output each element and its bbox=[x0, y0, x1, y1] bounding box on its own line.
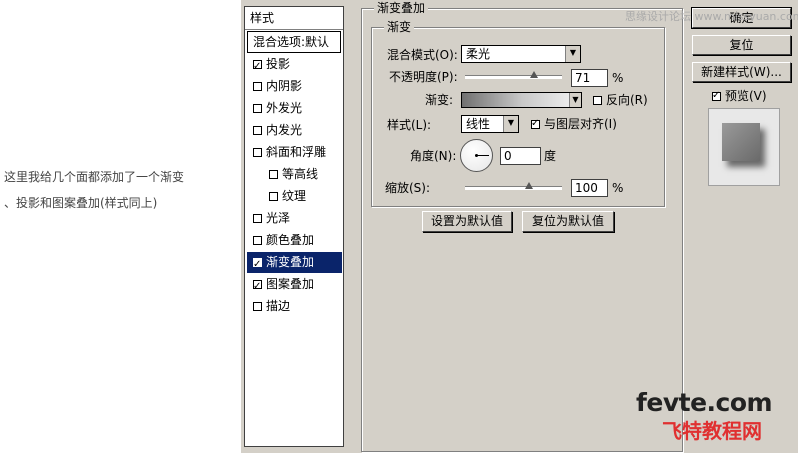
style-item-label: 斜面和浮雕 bbox=[266, 145, 327, 159]
style-item-label: 等高线 bbox=[282, 167, 319, 181]
inner-glow-checkbox[interactable] bbox=[253, 126, 262, 135]
style-list-header[interactable]: 样式 bbox=[245, 7, 343, 30]
angle-dial[interactable] bbox=[460, 139, 493, 172]
style-item-label: 纹理 bbox=[282, 189, 307, 203]
preview-square bbox=[722, 123, 760, 161]
annotation-line-1: 这里我给几个面都添加了一个渐变 bbox=[4, 170, 185, 184]
stroke-checkbox[interactable] bbox=[253, 302, 262, 311]
blend-mode-select[interactable]: 柔光 ▼ bbox=[461, 45, 581, 63]
align-with-layer-checkbox[interactable] bbox=[531, 116, 540, 132]
style-item-contour[interactable]: 等高线 bbox=[263, 164, 342, 185]
angle-unit: 度 bbox=[544, 149, 557, 163]
site-watermark: 思缘设计论坛 www.missyuan.com bbox=[625, 10, 798, 23]
panel-title: 渐变叠加 bbox=[374, 1, 429, 15]
style-item-label: 渐变叠加 bbox=[266, 255, 315, 269]
scale-input[interactable]: 100 bbox=[571, 179, 608, 197]
style-item-label: 投影 bbox=[266, 57, 291, 71]
reverse-option[interactable]: 反向(R) bbox=[593, 92, 648, 108]
texture-checkbox[interactable] bbox=[269, 192, 278, 201]
style-value: 线性 bbox=[466, 117, 491, 131]
opacity-label: 不透明度(P): bbox=[389, 70, 458, 84]
opacity-input[interactable]: 71 bbox=[571, 69, 608, 87]
preview-checkbox[interactable] bbox=[712, 88, 721, 104]
gradient-label: 渐变: bbox=[425, 93, 454, 107]
style-item-inner-glow[interactable]: 内发光 bbox=[247, 120, 342, 141]
style-item-label: 颜色叠加 bbox=[266, 233, 315, 247]
opacity-percent: % bbox=[612, 71, 624, 85]
make-default-button[interactable]: 设置为默认值 bbox=[422, 211, 512, 232]
scale-slider[interactable] bbox=[465, 186, 562, 190]
style-item-color-overlay[interactable]: 颜色叠加 bbox=[247, 230, 342, 251]
blend-mode-label: 混合模式(O): bbox=[387, 48, 458, 62]
fevte-logo: fevte.com bbox=[636, 388, 773, 417]
style-item-drop-shadow[interactable]: 投影 bbox=[247, 54, 342, 77]
opacity-slider[interactable] bbox=[465, 75, 562, 79]
drop-shadow-checkbox[interactable] bbox=[253, 56, 262, 77]
style-item-satin[interactable]: 光泽 bbox=[247, 208, 342, 229]
style-item-texture[interactable]: 纹理 bbox=[263, 186, 342, 207]
gradient-picker[interactable]: ▼ bbox=[461, 92, 582, 108]
style-item-label: 内发光 bbox=[266, 123, 303, 137]
annotation-line-2: 、投影和图案叠加(样式同上) bbox=[4, 196, 158, 210]
align-with-layer-label: 与图层对齐(I) bbox=[544, 117, 617, 131]
pattern-overlay-checkbox[interactable] bbox=[253, 276, 262, 297]
style-item-bevel-emboss[interactable]: 斜面和浮雕 bbox=[247, 142, 342, 163]
scale-slider-thumb[interactable] bbox=[525, 182, 534, 189]
style-item-label: 内阴影 bbox=[266, 79, 303, 93]
style-item-stroke[interactable]: 描边 bbox=[247, 296, 342, 317]
style-preview-thumbnail bbox=[708, 108, 780, 186]
opacity-slider-thumb[interactable] bbox=[529, 71, 538, 78]
gradient-overlay-checkbox[interactable] bbox=[253, 254, 262, 275]
contour-checkbox[interactable] bbox=[269, 170, 278, 179]
style-item-gradient-overlay[interactable]: 渐变叠加 bbox=[247, 252, 342, 275]
style-item-label: 图案叠加 bbox=[266, 277, 315, 291]
blend-options-item[interactable]: 混合选项:默认 bbox=[247, 31, 341, 53]
reverse-checkbox[interactable] bbox=[593, 96, 602, 105]
style-item-pattern-overlay[interactable]: 图案叠加 bbox=[247, 274, 342, 297]
outer-glow-checkbox[interactable] bbox=[253, 104, 262, 113]
reset-button[interactable]: 复位 bbox=[692, 35, 791, 55]
satin-checkbox[interactable] bbox=[253, 214, 262, 223]
scale-label: 缩放(S): bbox=[385, 181, 431, 195]
fevte-logo-cn: 飞特教程网 bbox=[662, 419, 762, 443]
gradient-group-title: 渐变 bbox=[384, 20, 415, 34]
new-style-button[interactable]: 新建样式(W)... bbox=[692, 62, 791, 82]
align-with-layer-option[interactable]: 与图层对齐(I) bbox=[531, 116, 617, 132]
style-item-label: 外发光 bbox=[266, 101, 303, 115]
chevron-down-icon: ▼ bbox=[503, 116, 518, 132]
inner-shadow-checkbox[interactable] bbox=[253, 82, 262, 91]
style-item-label: 光泽 bbox=[266, 211, 291, 225]
preview-label: 预览(V) bbox=[725, 89, 767, 103]
style-list: 样式 混合选项:默认 投影 内阴影 外发光 内发光 斜面和浮雕 等高线 纹理 光… bbox=[244, 6, 344, 447]
preview-option[interactable]: 预览(V) bbox=[712, 88, 767, 104]
style-item-label: 描边 bbox=[266, 299, 291, 313]
angle-input[interactable]: 0 bbox=[500, 147, 541, 165]
style-select[interactable]: 线性 ▼ bbox=[461, 115, 519, 133]
reset-default-button[interactable]: 复位为默认值 bbox=[522, 211, 614, 232]
blend-mode-value: 柔光 bbox=[466, 47, 491, 61]
style-item-inner-shadow[interactable]: 内阴影 bbox=[247, 76, 342, 97]
style-item-outer-glow[interactable]: 外发光 bbox=[247, 98, 342, 119]
style-label: 样式(L): bbox=[387, 118, 432, 132]
scale-percent: % bbox=[612, 181, 624, 195]
bevel-emboss-checkbox[interactable] bbox=[253, 148, 262, 157]
reverse-label: 反向(R) bbox=[606, 93, 648, 107]
color-overlay-checkbox[interactable] bbox=[253, 236, 262, 245]
angle-label: 角度(N): bbox=[410, 149, 457, 163]
chevron-down-icon: ▼ bbox=[565, 46, 580, 62]
chevron-down-icon: ▼ bbox=[569, 93, 581, 107]
angle-dial-hand bbox=[477, 155, 489, 156]
